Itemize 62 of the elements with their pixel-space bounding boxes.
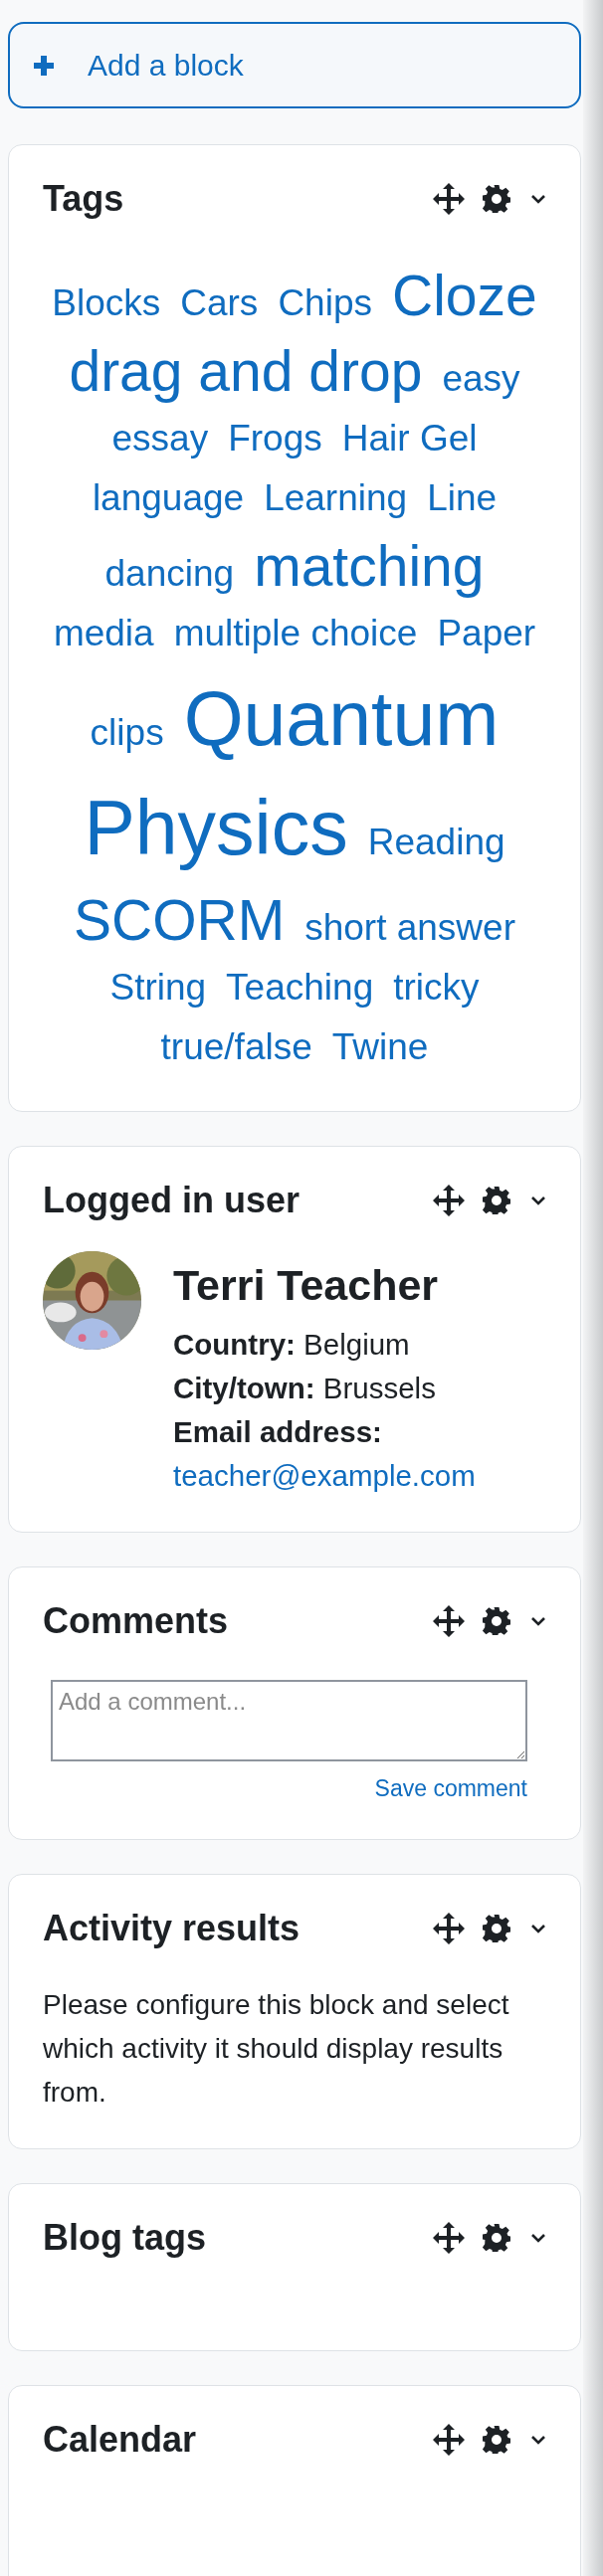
- user-name: Terri Teacher: [173, 1261, 439, 1309]
- chevron-down-icon[interactable]: [530, 2232, 546, 2243]
- block-title: Comments: [43, 1599, 229, 1642]
- field-label: Email address:: [173, 1414, 382, 1450]
- settings-icon[interactable]: [483, 2425, 510, 2454]
- chevron-down-icon[interactable]: [530, 1195, 546, 1205]
- profile-field: Country: Belgium: [173, 1323, 410, 1367]
- add-block-button[interactable]: Add a block: [8, 22, 581, 108]
- settings-icon[interactable]: [483, 1606, 510, 1635]
- tag-link[interactable]: Cars: [180, 274, 259, 333]
- block-title: Calendar: [43, 2418, 197, 2461]
- settings-icon[interactable]: [483, 184, 510, 213]
- tag-link[interactable]: Learning: [264, 468, 408, 528]
- block-title: Logged in user: [43, 1179, 300, 1221]
- tag-link[interactable]: Quantum: [183, 663, 500, 773]
- tag-link[interactable]: Chips: [278, 274, 372, 333]
- settings-icon[interactable]: [483, 2223, 510, 2252]
- move-icon[interactable]: [433, 1912, 465, 1944]
- tag-link[interactable]: matching: [254, 528, 485, 604]
- tag-link[interactable]: short answer: [304, 898, 515, 958]
- tag-link[interactable]: Line: [427, 468, 498, 528]
- chevron-down-icon[interactable]: [530, 2434, 546, 2445]
- comment-field[interactable]: Add a comment...: [51, 1680, 527, 1761]
- settings-icon[interactable]: [483, 1186, 510, 1214]
- chevron-down-icon[interactable]: [530, 193, 546, 204]
- tag-link[interactable]: SCORM: [74, 882, 286, 958]
- tag-link[interactable]: Twine: [331, 1017, 429, 1077]
- block-text: Please configure this block and select which activity it should display results from.: [43, 1988, 510, 2110]
- tag-link[interactable]: essay: [111, 409, 209, 468]
- tag-link[interactable]: Cloze: [392, 258, 537, 333]
- chevron-down-icon[interactable]: [530, 1615, 546, 1626]
- tag-link[interactable]: Physics: [84, 773, 348, 882]
- tag-link[interactable]: dancing: [104, 544, 235, 604]
- tag-link[interactable]: language: [92, 468, 245, 528]
- tag-link[interactable]: tricky: [393, 958, 480, 1017]
- block-title: Blog tags: [43, 2216, 206, 2259]
- tag-link[interactable]: easy: [442, 349, 520, 409]
- save-comment-link[interactable]: Save comment: [374, 1771, 527, 1805]
- tag-link[interactable]: Hair Gel: [341, 409, 478, 468]
- plus-icon: [32, 53, 56, 78]
- chevron-down-icon[interactable]: [530, 1923, 546, 1933]
- tag-link[interactable]: Blocks: [52, 274, 161, 333]
- tag-link[interactable]: Paper: [437, 604, 536, 663]
- settings-icon[interactable]: [483, 1914, 510, 1942]
- tag-link[interactable]: Reading: [367, 813, 505, 872]
- tag-link[interactable]: multiple choice: [173, 604, 418, 663]
- block-title: Activity results: [43, 1907, 301, 1949]
- move-icon[interactable]: [433, 2423, 465, 2456]
- tag-link[interactable]: true/false: [160, 1017, 312, 1077]
- tag-link[interactable]: Frogs: [228, 409, 322, 468]
- tag-link[interactable]: clips: [90, 703, 164, 763]
- email-link[interactable]: teacher@example.com: [173, 1454, 476, 1498]
- tag-link[interactable]: drag and drop: [69, 333, 423, 409]
- move-icon[interactable]: [433, 1604, 465, 1637]
- tag-link[interactable]: media: [53, 604, 154, 663]
- move-icon[interactable]: [433, 182, 465, 215]
- profile-field: City/town: Brussels: [173, 1367, 436, 1410]
- move-icon[interactable]: [433, 2221, 465, 2254]
- block-title: Tags: [43, 177, 124, 220]
- tag-link[interactable]: String: [109, 958, 207, 1017]
- move-icon[interactable]: [433, 1184, 465, 1216]
- tag-link[interactable]: Teaching: [226, 958, 374, 1017]
